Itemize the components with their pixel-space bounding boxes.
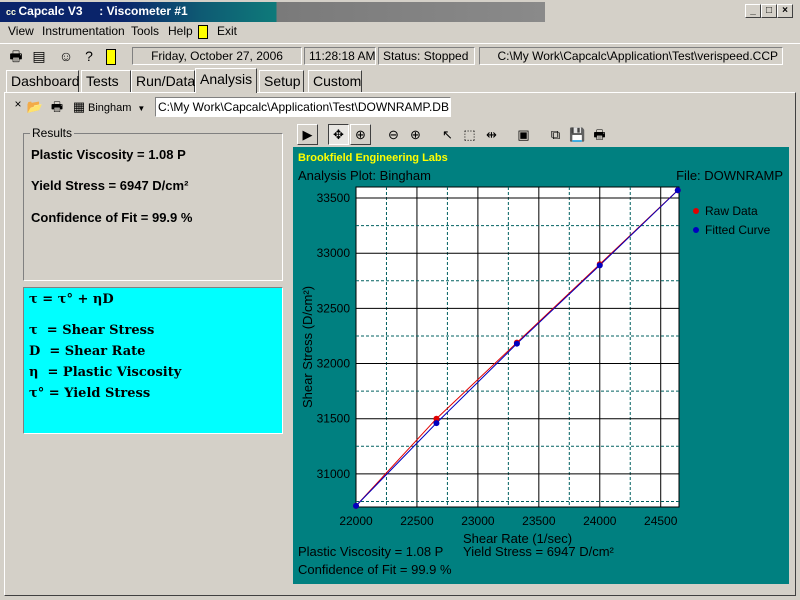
- project-path-display: C:\My Work\Capcalc\Application\Test\veri…: [479, 47, 783, 65]
- tab-custom[interactable]: Custom: [308, 70, 362, 92]
- chart-area: Brookfield Engineering Labs Analysis Plo…: [293, 147, 789, 584]
- y-tick-label: 31000: [317, 467, 351, 481]
- model-select-value: Bingham: [88, 102, 132, 114]
- close-button[interactable]: ×: [777, 4, 793, 18]
- y-tick-label: 33000: [317, 246, 351, 260]
- menu-help[interactable]: Help: [168, 24, 193, 38]
- x-tick-label: 22500: [400, 514, 434, 528]
- tab-dashboard[interactable]: Dashboard: [6, 70, 80, 92]
- tab-analysis[interactable]: Analysis: [195, 68, 257, 93]
- title-bar[interactable]: cc Capcalc V3 : Viscometer #1 _ □ ×: [0, 0, 800, 22]
- equation-legend-box: τ = τ° + ηD τ = Shear Stress D = Shear R…: [23, 287, 283, 434]
- fitted-curve-point: [353, 502, 359, 509]
- open-folder-icon[interactable]: 📂: [25, 97, 45, 117]
- instrument-icon[interactable]: ▤: [29, 46, 49, 66]
- window-title: cc Capcalc V3 : Viscometer #1: [6, 4, 188, 18]
- copy-icon[interactable]: ⧉: [545, 124, 566, 145]
- tab-run-data[interactable]: Run/Data: [131, 70, 195, 92]
- properties-icon[interactable]: ▣: [513, 124, 534, 145]
- help-icon[interactable]: ?: [79, 46, 99, 66]
- tab-strip: Dashboard Tests Run/Data Analysis Setup …: [4, 68, 796, 93]
- x-tick-label: 22000: [339, 514, 373, 528]
- calculator-icon[interactable]: ▦: [69, 97, 89, 117]
- save-icon[interactable]: 💾: [567, 124, 588, 145]
- legend-label: Raw Data: [705, 204, 758, 218]
- chart-plot-svg[interactable]: 22000 22500 23000 23500 24000 24500 31000 31500…: [293, 147, 789, 584]
- app-title: Capcalc V3: [18, 4, 83, 18]
- bingham-equation: τ = τ° + ηD: [29, 292, 114, 307]
- menu-view[interactable]: View: [8, 24, 34, 38]
- select-arrow-icon[interactable]: ↖: [437, 124, 458, 145]
- menu-tools[interactable]: Tools: [131, 24, 159, 38]
- x-tick-label: 23500: [522, 514, 556, 528]
- play-icon[interactable]: ▶: [297, 124, 318, 145]
- x-tick-label: 24000: [583, 514, 617, 528]
- fit-width-icon[interactable]: ⇹: [481, 124, 502, 145]
- menu-instrumentation[interactable]: Instrumentation: [42, 24, 125, 38]
- yield-stress-result: Yield Stress = 6947 D/cm²: [31, 178, 189, 193]
- fitted-curve-point: [513, 340, 520, 347]
- fitted-curve-point: [433, 420, 440, 427]
- print-icon[interactable]: 🖶: [6, 46, 26, 66]
- printer-icon[interactable]: 🖶: [47, 97, 67, 117]
- zoom-in-icon[interactable]: ⊕: [405, 124, 426, 145]
- menu-exit-icon[interactable]: [198, 24, 208, 39]
- zoom-out-icon[interactable]: ⊖: [383, 124, 404, 145]
- y-axis-label: Shear Stress (D/cm²): [300, 286, 315, 408]
- maximize-button[interactable]: □: [761, 4, 777, 18]
- select-box-icon[interactable]: ⬚: [459, 124, 480, 145]
- legend-marker: [693, 208, 699, 214]
- y-tick-label: 32500: [317, 301, 351, 315]
- legend-yield-stress: τ° = Yield Stress: [29, 386, 151, 401]
- tab-setup[interactable]: Setup: [259, 70, 304, 92]
- exit-icon[interactable]: [101, 46, 121, 66]
- footer-confidence: Confidence of Fit = 99.9 %: [298, 562, 452, 577]
- legend-shear-rate: D = Shear Rate: [29, 344, 146, 359]
- y-tick-label: 33500: [317, 191, 351, 205]
- status-display: Status: Stopped: [378, 47, 475, 65]
- tab-tests[interactable]: Tests: [81, 70, 131, 92]
- legend-shear-stress: τ = Shear Stress: [29, 323, 155, 338]
- x-tick-label: 24500: [644, 514, 678, 528]
- window-subtitle: : Viscometer #1: [99, 4, 188, 18]
- fitted-curve-point: [596, 262, 603, 269]
- zoom-box-icon[interactable]: ⊕: [350, 124, 371, 145]
- application-window: cc Capcalc V3 : Viscometer #1 _ □ × View…: [0, 0, 800, 600]
- legend-label: Fitted Curve: [705, 223, 771, 237]
- model-select[interactable]: Bingham ▼: [88, 100, 145, 118]
- time-display: 11:28:18 AM: [304, 47, 376, 65]
- date-display: Friday, October 27, 2006: [132, 47, 302, 65]
- legend-plastic-viscosity: η = Plastic Viscosity: [29, 365, 182, 380]
- y-tick-label: 32000: [317, 357, 351, 371]
- menu-exit[interactable]: Exit: [217, 24, 237, 38]
- minimize-button[interactable]: _: [745, 4, 761, 18]
- confidence-result: Confidence of Fit = 99.9 %: [31, 210, 193, 225]
- fitted-curve-point: [674, 187, 681, 194]
- results-label: Results: [30, 126, 75, 140]
- plastic-viscosity-result: Plastic Viscosity = 1.08 P: [31, 147, 186, 162]
- pan-icon[interactable]: ✥: [328, 124, 349, 145]
- x-tick-label: 23000: [461, 514, 495, 528]
- chart-print-icon[interactable]: 🖶: [589, 124, 610, 145]
- chevron-down-icon: ▼: [137, 104, 146, 113]
- users-icon[interactable]: ☺: [56, 46, 76, 66]
- y-tick-label: 31500: [317, 412, 351, 426]
- menu-bar: View Instrumentation Tools Help Exit: [0, 22, 800, 41]
- status-toolbar: 🖶 ▤ ☺ ? Friday, October 27, 2006 11:28:1…: [0, 43, 800, 67]
- chart-toolbar: ▶ ✥ ⊕ ⊖ ⊕ ↖ ⬚ ⇹ ▣ ⧉ 💾 🖶: [293, 121, 793, 147]
- footer-plastic-viscosity: Plastic Viscosity = 1.08 P: [298, 544, 444, 559]
- footer-yield-stress: Yield Stress = 6947 D/cm²: [463, 544, 614, 559]
- app-icon: cc: [6, 7, 19, 17]
- file-path-input[interactable]: C:\My Work\Capcalc\Application\Test\DOWN…: [155, 97, 451, 117]
- legend-marker: [693, 227, 699, 233]
